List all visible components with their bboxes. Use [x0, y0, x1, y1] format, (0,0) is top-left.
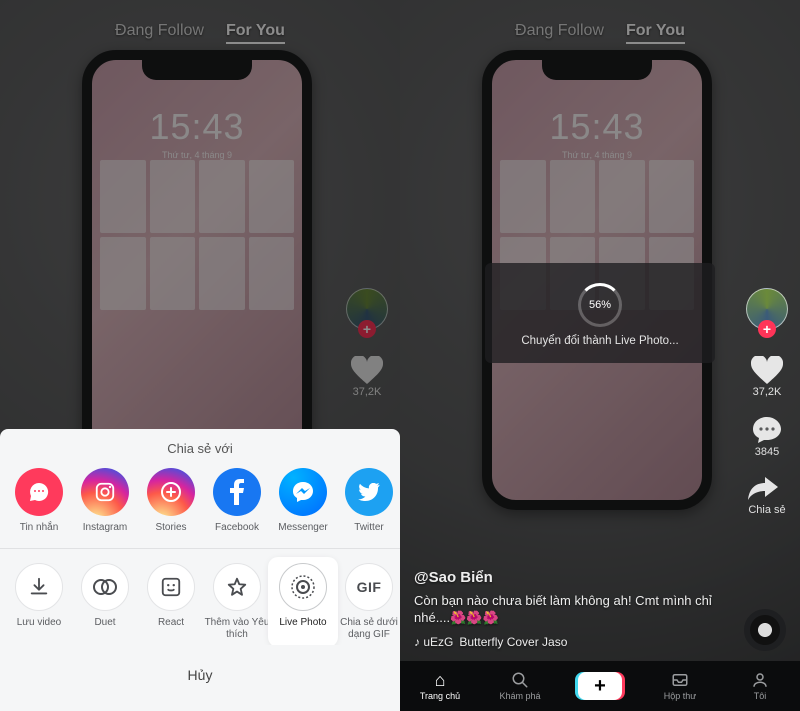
spinner-icon: 56%	[578, 283, 622, 327]
create-button[interactable]: +	[578, 672, 622, 700]
nav-label: Hộp thư	[664, 691, 697, 701]
action-label: React	[138, 617, 204, 639]
share-label: Messenger	[270, 522, 336, 544]
nav-inbox[interactable]: Hộp thư	[640, 671, 720, 701]
action-label: Chia sẻ dưới dạng GIF	[336, 617, 400, 641]
nav-profile[interactable]: Tôi	[720, 671, 800, 701]
action-rail: + 37,2K 3845 Chia sẻ	[746, 288, 788, 516]
heart-icon	[751, 356, 783, 384]
stories-icon	[147, 468, 195, 516]
share-messenger[interactable]: Messenger	[270, 468, 336, 544]
action-live-photo[interactable]: Live Photo	[270, 559, 336, 645]
nav-create[interactable]: +	[560, 672, 640, 700]
video-caption: @Sao Biển Còn bạn nào chưa biết làm khôn…	[414, 569, 726, 649]
screen-share-sheet: 15:43 Thứ tư, 4 tháng 9 Đang Follow For …	[0, 0, 400, 711]
share-label: Facebook	[204, 522, 270, 544]
share-label: Stories	[138, 522, 204, 544]
author-handle[interactable]: @Sao Biển	[414, 569, 726, 586]
duet-icon	[81, 563, 129, 611]
share-label: Chia sẻ	[748, 504, 785, 516]
home-icon: ⌂	[400, 671, 480, 689]
star-icon	[213, 563, 261, 611]
facebook-icon	[213, 468, 261, 516]
music-note-icon: ♪ uEzG	[414, 635, 453, 649]
like-button[interactable]: 37,2K	[751, 356, 783, 398]
share-tin-nhan[interactable]: Tin nhắn	[6, 468, 72, 544]
music-marquee[interactable]: ♪ uEzG Butterfly Cover Jaso	[414, 635, 726, 649]
live-photo-icon	[279, 563, 327, 611]
messenger-icon	[279, 468, 327, 516]
follow-plus-icon[interactable]: +	[758, 320, 776, 338]
comment-count: 3845	[752, 446, 782, 458]
share-actions-row: Lưu video Duet React	[0, 548, 400, 645]
action-label: Thêm vào Yêu thích	[204, 617, 270, 641]
action-duet[interactable]: Duet	[72, 563, 138, 641]
action-react[interactable]: React	[138, 563, 204, 641]
share-label: Instagram	[72, 522, 138, 544]
download-icon	[15, 563, 63, 611]
screen-progress: 15:43 Thứ tư, 4 tháng 9 Đang Follow For …	[400, 0, 800, 711]
nav-label: Trang chủ	[420, 691, 460, 701]
cancel-button[interactable]: Hủy	[14, 657, 386, 693]
share-twitter[interactable]: Twitter	[336, 468, 400, 544]
comment-icon	[752, 416, 782, 444]
like-count: 37,2K	[751, 386, 783, 398]
instagram-icon	[81, 468, 129, 516]
action-label: Live Photo	[270, 617, 336, 639]
nav-label: Khám phá	[499, 691, 540, 701]
react-icon	[147, 563, 195, 611]
action-label: Lưu video	[6, 617, 72, 639]
share-apps-row: Tin nhắn Instagram Stories	[0, 468, 400, 548]
progress-percent: 56%	[581, 286, 619, 324]
nav-home[interactable]: ⌂ Trang chủ	[400, 671, 480, 701]
inbox-icon	[640, 671, 720, 689]
twitter-icon	[345, 468, 393, 516]
music-disc[interactable]	[744, 609, 786, 651]
action-share-gif[interactable]: GIF Chia sẻ dưới dạng GIF	[336, 563, 400, 641]
action-save-video[interactable]: Lưu video	[6, 563, 72, 641]
caption-text: Còn bạn nào chưa biết làm không ah! Cmt …	[414, 592, 726, 627]
comment-button[interactable]: 3845	[752, 416, 782, 458]
share-label: Tin nhắn	[6, 522, 72, 544]
share-instagram[interactable]: Instagram	[72, 468, 138, 544]
nav-discover[interactable]: Khám phá	[480, 671, 560, 701]
share-arrow-icon	[748, 476, 778, 502]
share-facebook[interactable]: Facebook	[204, 468, 270, 544]
person-icon	[720, 671, 800, 689]
music-title: Butterfly Cover Jaso	[459, 635, 567, 649]
progress-message: Chuyển đổi thành Live Photo...	[501, 335, 699, 347]
share-label: Twitter	[336, 522, 400, 544]
share-sheet: Chia sẻ với Tin nhắn Instagram	[0, 429, 400, 711]
bottom-nav: ⌂ Trang chủ Khám phá + Hộp thư	[400, 661, 800, 711]
gif-icon: GIF	[345, 563, 393, 611]
action-favorite[interactable]: Thêm vào Yêu thích	[204, 563, 270, 641]
nav-label: Tôi	[754, 691, 767, 701]
progress-dialog: 56% Chuyển đổi thành Live Photo...	[485, 263, 715, 363]
share-sheet-title: Chia sẻ với	[0, 441, 400, 468]
message-icon	[15, 468, 63, 516]
search-icon	[480, 671, 560, 689]
share-stories[interactable]: Stories	[138, 468, 204, 544]
share-button[interactable]: Chia sẻ	[748, 476, 785, 516]
action-label: Duet	[72, 617, 138, 639]
